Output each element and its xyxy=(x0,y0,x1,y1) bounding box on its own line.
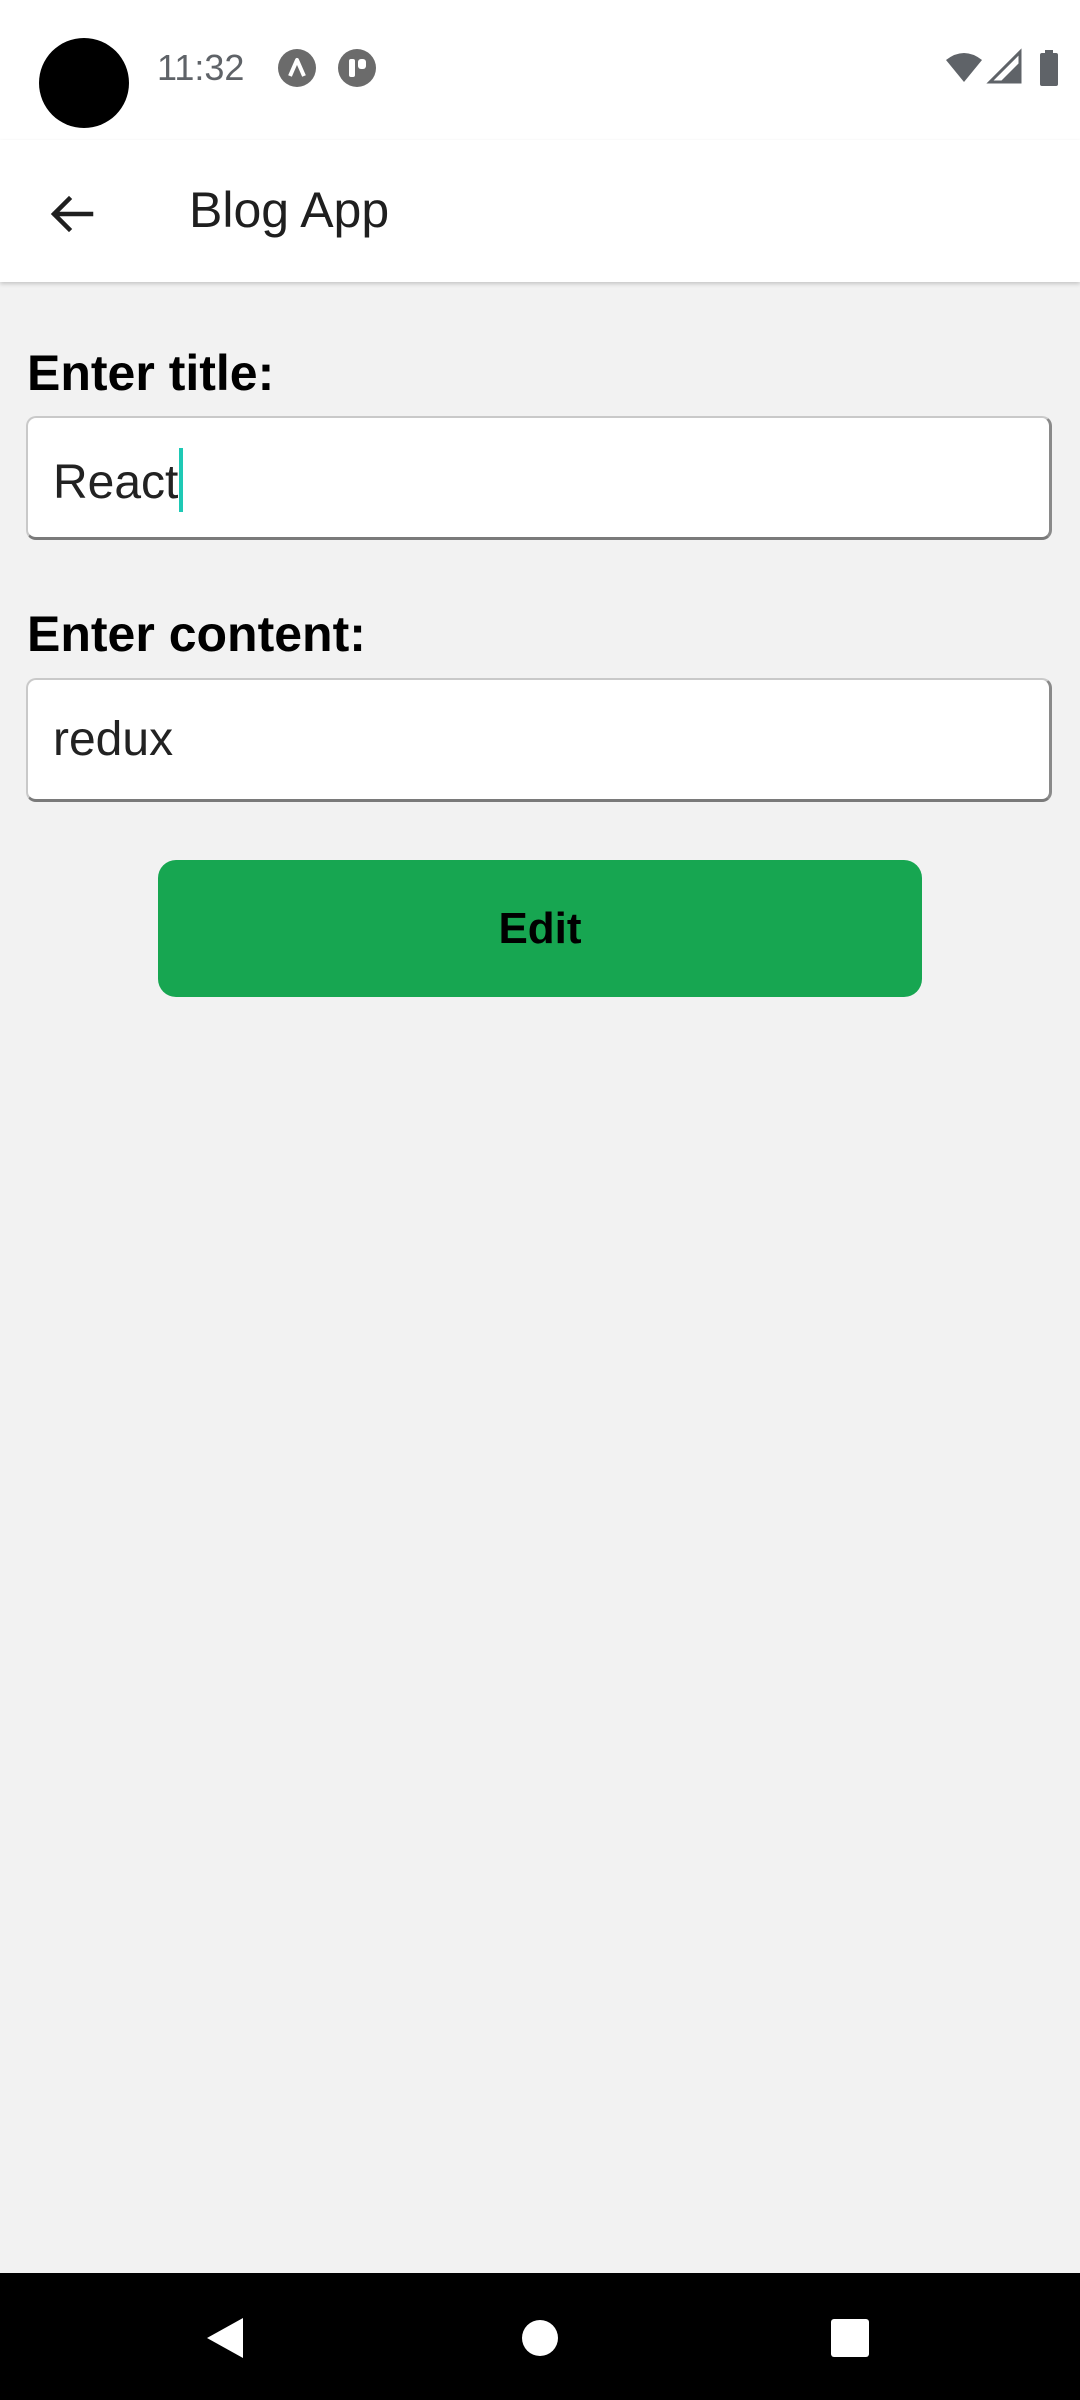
app-notification-icon-a xyxy=(278,49,316,87)
edit-button-label: Edit xyxy=(498,903,582,953)
arrow-left-icon xyxy=(50,195,94,233)
content-label: Enter content: xyxy=(27,606,366,662)
content-input-value: redux xyxy=(53,713,174,766)
screen: 11:32 Blog App Enter title: React Enter … xyxy=(0,0,1080,2400)
content-input[interactable]: redux xyxy=(26,678,1052,802)
signal-icon xyxy=(986,48,1026,88)
back-button[interactable] xyxy=(34,176,110,252)
app-bar: Blog App xyxy=(0,140,1080,282)
nav-recents-icon xyxy=(831,2319,869,2357)
title-input[interactable]: React xyxy=(26,416,1052,540)
title-input-value: React xyxy=(53,448,184,513)
nav-home-icon xyxy=(522,2320,558,2356)
text-cursor xyxy=(179,448,184,512)
app-title: Blog App xyxy=(189,182,390,238)
wifi-icon xyxy=(944,48,984,88)
app-notification-icon-b xyxy=(338,49,376,87)
nav-back-icon xyxy=(207,2318,243,2358)
nav-back-button[interactable] xyxy=(190,2303,260,2373)
battery-icon xyxy=(1038,48,1060,88)
nav-recents-button[interactable] xyxy=(815,2303,885,2373)
edit-button[interactable]: Edit xyxy=(158,860,922,997)
camera-cutout xyxy=(39,38,129,128)
status-time: 11:32 xyxy=(157,47,245,88)
navigation-bar xyxy=(0,2273,1080,2400)
title-label: Enter title: xyxy=(27,345,275,401)
nav-home-button[interactable] xyxy=(505,2303,575,2373)
status-bar: 11:32 xyxy=(0,0,1080,140)
